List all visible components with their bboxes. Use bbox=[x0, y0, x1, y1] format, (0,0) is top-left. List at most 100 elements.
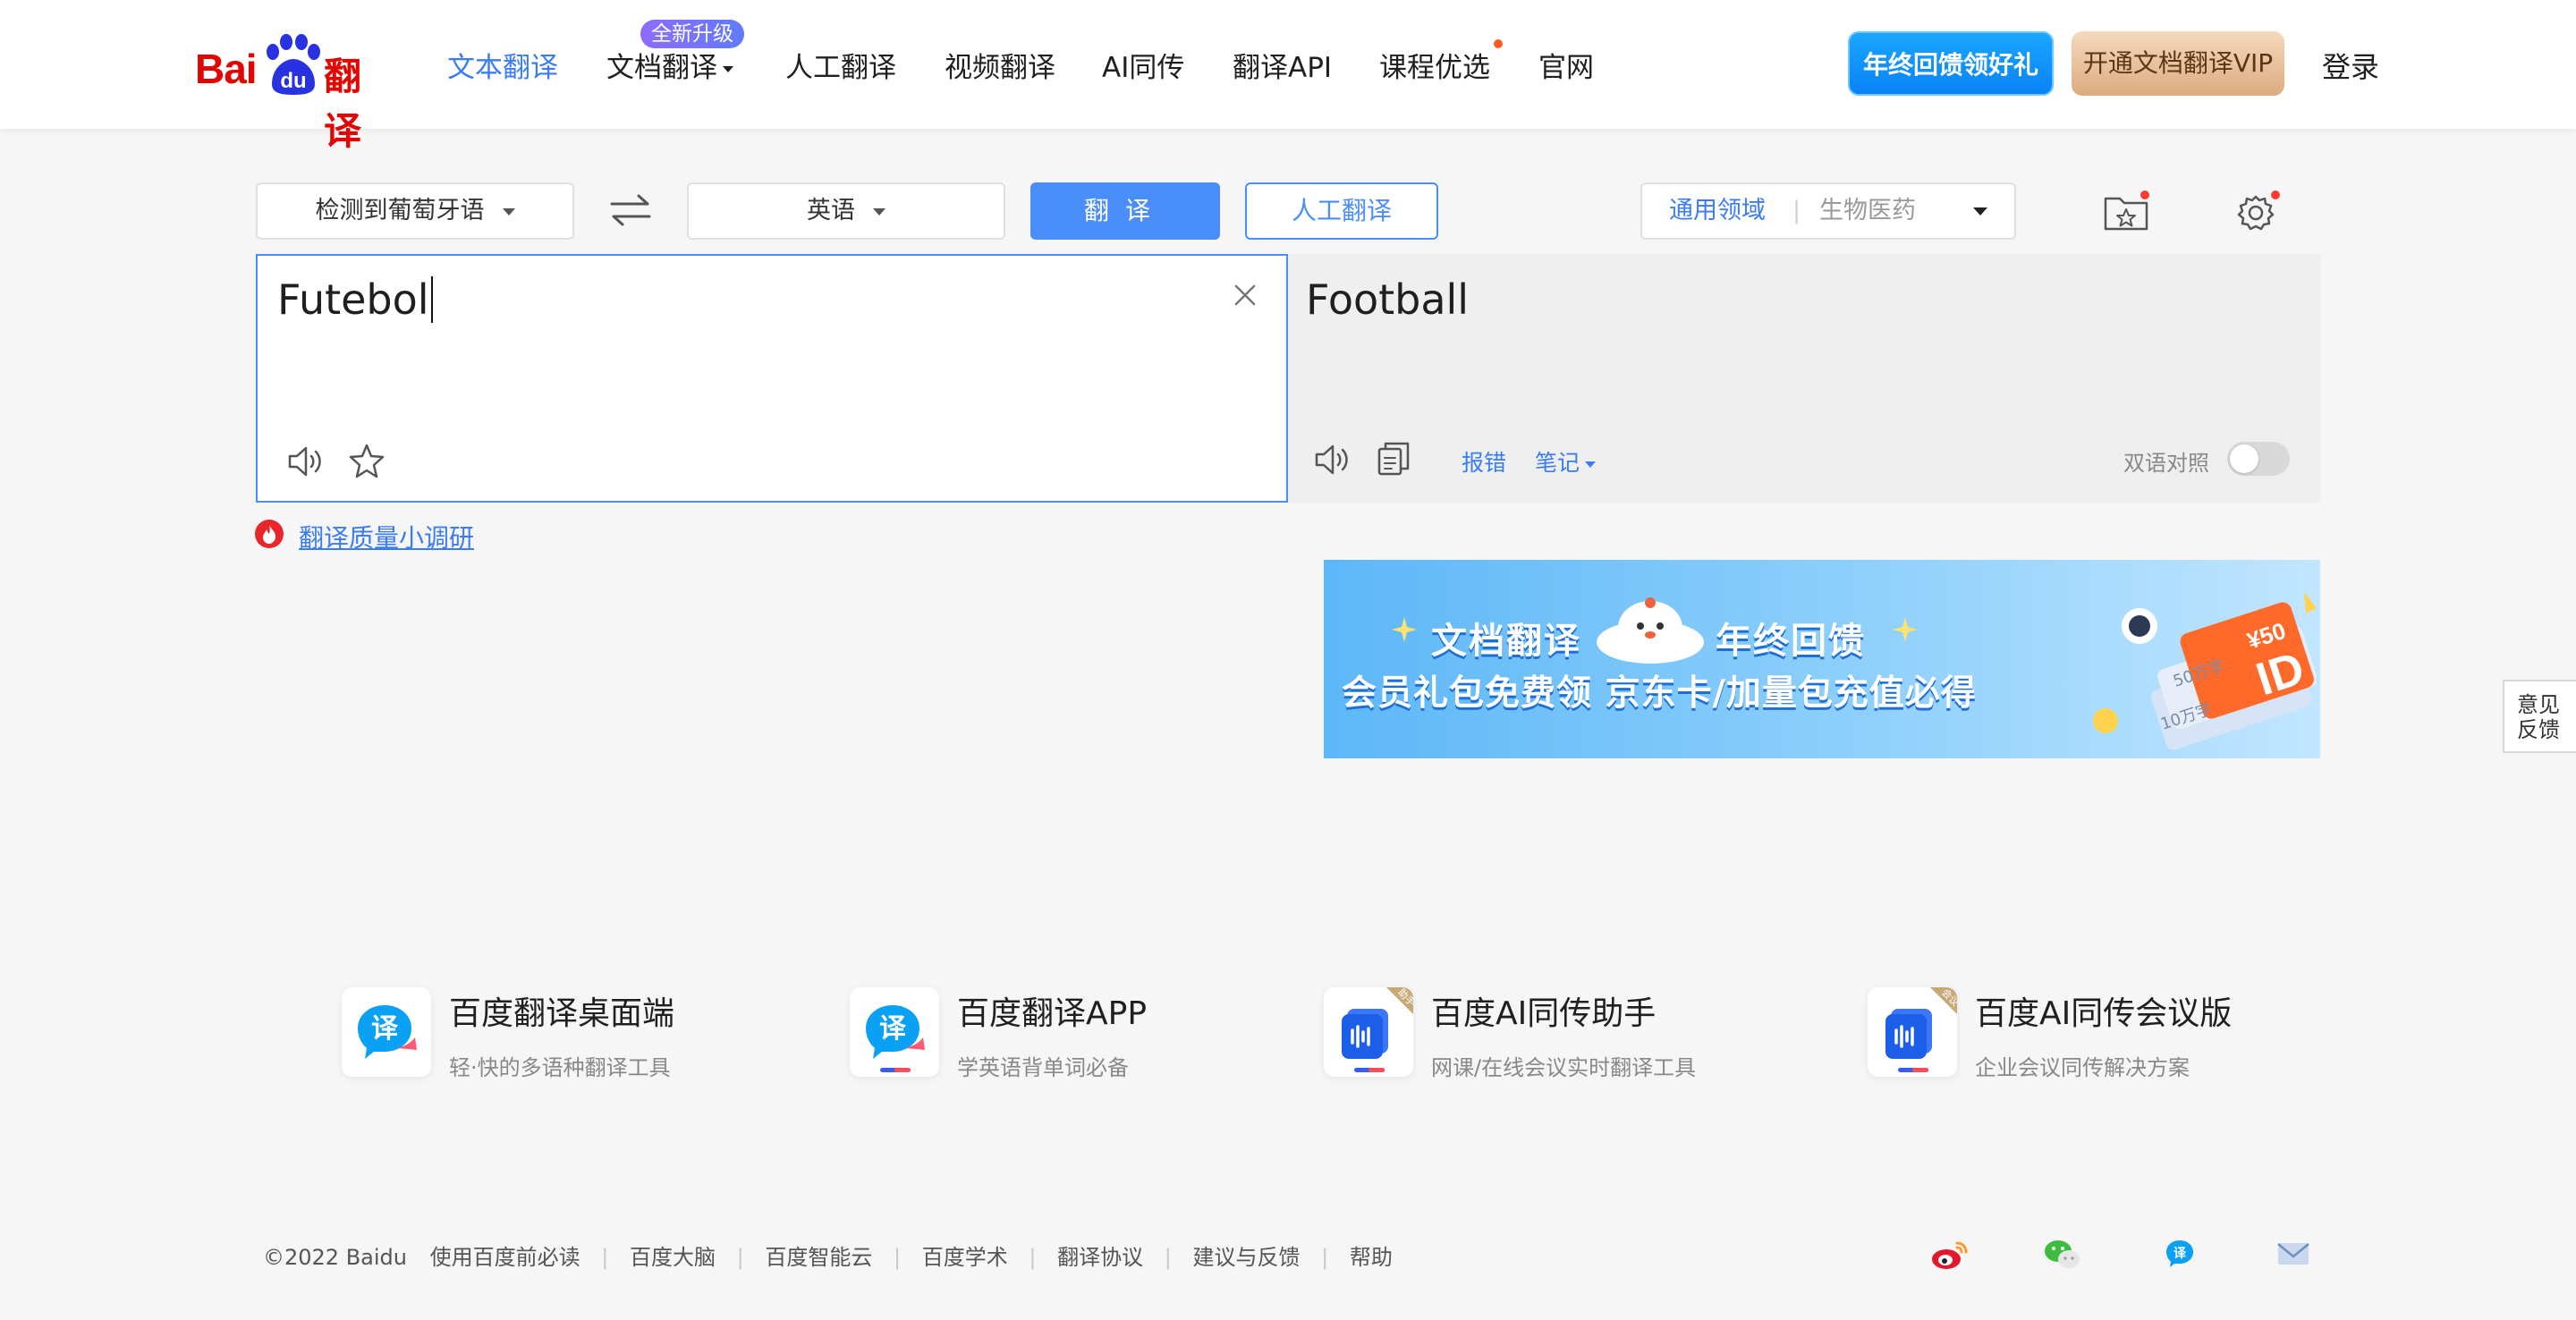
baidu-paw-icon: du bbox=[267, 34, 320, 95]
translate-icon: 译 bbox=[342, 987, 431, 1077]
logo-du-text: du bbox=[280, 69, 306, 93]
footer-separator: | bbox=[736, 1245, 744, 1270]
target-text-panel: Football 报错 笔记 双语对照 bbox=[1288, 254, 2320, 503]
nav-official-site[interactable]: 官网 bbox=[1538, 45, 1594, 85]
footer-separator: | bbox=[1029, 1245, 1037, 1270]
star-icon[interactable] bbox=[345, 440, 388, 483]
text-cursor bbox=[430, 276, 433, 323]
close-icon[interactable] bbox=[1229, 279, 1261, 311]
domain-biomedical[interactable]: 生物医药 bbox=[1819, 184, 1916, 238]
source-language-select[interactable]: 检测到葡萄牙语 bbox=[256, 182, 574, 240]
footer-copyright: ©2022 Baidu bbox=[263, 1245, 407, 1270]
bilingual-label: 双语对照 bbox=[2123, 451, 2209, 476]
nav-courses-dot bbox=[1494, 39, 1503, 48]
weibo-icon[interactable] bbox=[1930, 1236, 1970, 1272]
wechat-icon[interactable] bbox=[2043, 1236, 2082, 1272]
footer-link[interactable]: 百度智能云 bbox=[765, 1240, 872, 1271]
product-app[interactable]: 译 百度翻译APP 学英语背单词必备 bbox=[850, 987, 1315, 1080]
nav-doc-translate-label: 文档翻译 bbox=[606, 52, 717, 84]
banner-title-a: 文档翻译 bbox=[1431, 621, 1581, 662]
translation-output: Football bbox=[1306, 275, 1470, 324]
target-language-select[interactable]: 英语 bbox=[687, 182, 1005, 240]
baidu-fanyi-icon[interactable]: 译 bbox=[2161, 1236, 2200, 1272]
product-subtitle: 学英语背单词必备 bbox=[957, 1055, 1129, 1080]
nav-courses[interactable]: 课程优选 bbox=[1379, 45, 1490, 85]
product-title: 百度翻译APP bbox=[957, 995, 1148, 1032]
product-ai-meeting[interactable]: 会议 百度AI同传会议版 企业会议同传解决方案 bbox=[1868, 987, 2333, 1080]
baidu-fanyi-logo[interactable]: Bai du 翻译 bbox=[195, 32, 397, 153]
feedback-line1: 意见 bbox=[2517, 692, 2560, 717]
settings-gear-icon[interactable] bbox=[2233, 188, 2283, 234]
speaker-icon[interactable] bbox=[284, 440, 327, 483]
chevron-down-icon bbox=[1973, 207, 1987, 216]
banner-subtitle: 会员礼包免费领 京东卡/加量包充值必得 bbox=[1342, 673, 1977, 714]
gift-cards-illustration: ¥50 ID 50万字 10万字 bbox=[2093, 592, 2317, 750]
chevron-down-icon bbox=[723, 66, 733, 72]
notes-label: 笔记 bbox=[1535, 450, 1580, 476]
footer-link[interactable]: 百度大脑 bbox=[630, 1240, 716, 1271]
toggle-knob bbox=[2230, 444, 2258, 473]
nav-video-translate[interactable]: 视频翻译 bbox=[945, 45, 1055, 85]
speaker-icon[interactable] bbox=[1311, 438, 1354, 481]
footer-link[interactable]: 翻译协议 bbox=[1057, 1240, 1143, 1271]
report-error-link[interactable]: 报错 bbox=[1462, 445, 1506, 478]
favorites-folder-icon[interactable] bbox=[2102, 188, 2152, 234]
footer-separator: | bbox=[894, 1245, 902, 1270]
nav-human-translate[interactable]: 人工翻译 bbox=[785, 45, 896, 85]
product-subtitle: 企业会议同传解决方案 bbox=[1975, 1055, 2190, 1080]
notes-dropdown[interactable]: 笔记 bbox=[1535, 445, 1597, 478]
footer-link[interactable]: 使用百度前必读 bbox=[430, 1240, 580, 1271]
source-language-label: 检测到葡萄牙语 bbox=[315, 197, 485, 224]
svg-text:译: 译 bbox=[2174, 1247, 2187, 1261]
logo-fanyi-text: 翻译 bbox=[324, 55, 362, 153]
nav-text-translate[interactable]: 文本翻译 bbox=[447, 45, 558, 85]
upgrade-badge: 全新升级 bbox=[640, 20, 744, 48]
target-language-label: 英语 bbox=[807, 197, 855, 224]
nav-ai-interpretation[interactable]: AI同传 bbox=[1102, 45, 1184, 85]
top-header: Bai du 翻译 文本翻译 文档翻译 人工翻译 视频翻译 AI同传 翻译API… bbox=[0, 0, 2576, 153]
footer-link[interactable]: 建议与反馈 bbox=[1193, 1240, 1301, 1271]
fire-icon bbox=[255, 520, 284, 548]
svg-text:译: 译 bbox=[371, 1013, 399, 1045]
domain-separator: | bbox=[1792, 197, 1801, 224]
footer-link[interactable]: 帮助 bbox=[1350, 1240, 1393, 1271]
sparkle-icon bbox=[1893, 617, 1918, 642]
swap-languages-icon[interactable] bbox=[606, 188, 655, 233]
mail-icon[interactable] bbox=[2274, 1236, 2313, 1272]
bilingual-toggle[interactable] bbox=[2227, 442, 2290, 476]
logo-bai-text: Bai bbox=[195, 46, 258, 92]
nav-translate-api[interactable]: 翻译API bbox=[1233, 45, 1332, 85]
human-translate-button[interactable]: 人工翻译 bbox=[1245, 182, 1438, 240]
nav-doc-translate[interactable]: 文档翻译 bbox=[606, 45, 733, 85]
voice-icon: 会议 bbox=[1868, 987, 1957, 1077]
translate-button[interactable]: 翻译 bbox=[1030, 182, 1220, 240]
year-end-gift-button[interactable]: 年终回馈领好礼 bbox=[1848, 31, 2054, 96]
footer-separator: | bbox=[1164, 1245, 1172, 1270]
chevron-down-icon bbox=[502, 207, 515, 216]
login-link[interactable]: 登录 bbox=[2322, 45, 2379, 86]
translate-icon: 译 bbox=[850, 987, 939, 1077]
product-title: 百度翻译桌面端 bbox=[449, 995, 675, 1032]
doc-vip-button[interactable]: 开通文档翻译VIP bbox=[2072, 31, 2284, 96]
source-text-panel[interactable]: Futebol bbox=[256, 254, 1288, 503]
source-input-text: Futebol bbox=[277, 275, 429, 324]
domain-general[interactable]: 通用领域 bbox=[1669, 184, 1766, 238]
product-subtitle: 轻·快的多语种翻译工具 bbox=[449, 1055, 671, 1080]
product-subtitle: 网课/在线会议实时翻译工具 bbox=[1431, 1055, 1697, 1080]
copy-icon[interactable] bbox=[1372, 438, 1415, 481]
mascot-icon bbox=[1597, 597, 1704, 664]
product-title: 百度AI同传会议版 bbox=[1975, 995, 2233, 1032]
product-ai-assistant[interactable]: 助手 百度AI同传助手 网课/在线会议实时翻译工具 bbox=[1324, 987, 1825, 1080]
feedback-tab[interactable]: 意见 反馈 bbox=[2503, 680, 2576, 753]
footer-separator: | bbox=[1321, 1245, 1329, 1270]
quality-survey-link[interactable]: 翻译质量小调研 bbox=[299, 519, 474, 554]
domain-select[interactable]: 通用领域 | 生物医药 bbox=[1640, 182, 2016, 240]
source-input[interactable]: Futebol bbox=[277, 275, 433, 324]
promo-banner[interactable]: 文档翻译 年终回馈 会员礼包免费领 京东卡/加量包充值必得 ¥50 ID 50万… bbox=[1324, 560, 2320, 758]
chevron-down-icon bbox=[1585, 461, 1597, 468]
voice-icon: 助手 bbox=[1324, 987, 1413, 1077]
footer-separator: | bbox=[601, 1245, 609, 1270]
sparkle-icon bbox=[1392, 617, 1417, 642]
footer-link[interactable]: 百度学术 bbox=[922, 1240, 1008, 1271]
product-desktop[interactable]: 译 百度翻译桌面端 轻·快的多语种翻译工具 bbox=[342, 987, 807, 1080]
